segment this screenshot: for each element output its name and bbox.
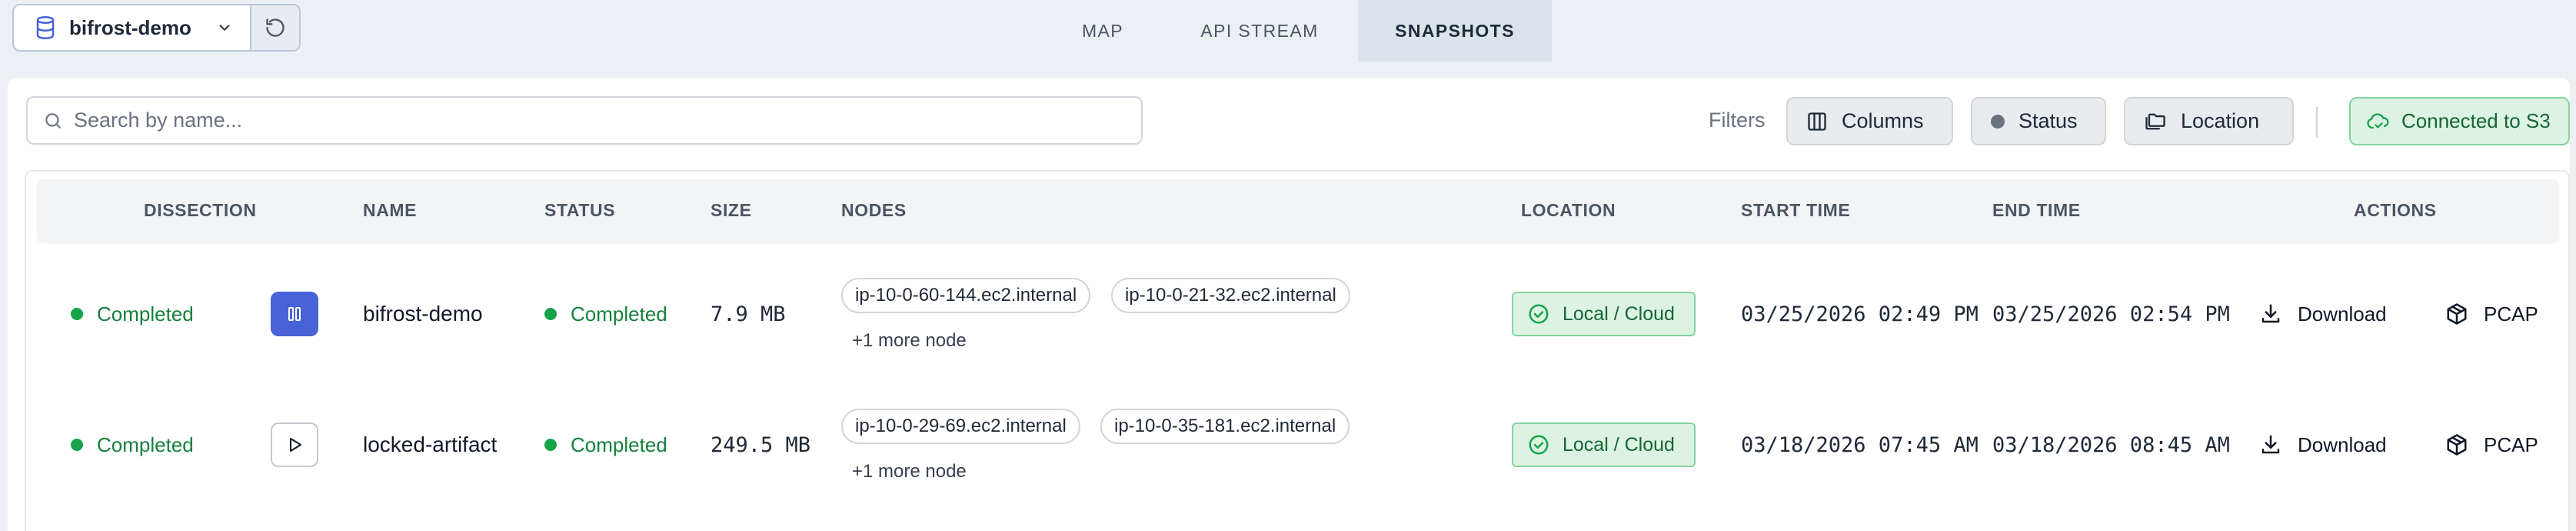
tab-api-stream[interactable]: API STREAM bbox=[1161, 0, 1358, 62]
end-time: 03/25/2026 02:54 PM bbox=[1992, 302, 2230, 326]
header-status[interactable]: STATUS bbox=[544, 179, 615, 241]
more-nodes-link[interactable]: +1 more node bbox=[852, 330, 967, 352]
tab-snapshots[interactable]: SNAPSHOTS bbox=[1358, 0, 1552, 62]
pcap-button[interactable]: PCAP bbox=[2445, 292, 2538, 336]
snapshot-size: 249.5 MB bbox=[711, 432, 811, 457]
location-filter-button[interactable]: Location bbox=[2124, 97, 2294, 145]
columns-icon bbox=[1806, 111, 1828, 132]
s3-connection-badge[interactable]: Connected to S3 bbox=[2349, 97, 2570, 145]
status-dot bbox=[544, 308, 557, 320]
play-icon bbox=[285, 436, 304, 454]
snapshot-name[interactable]: locked-artifact bbox=[363, 422, 497, 467]
snapshot-status-text: Completed bbox=[571, 432, 667, 456]
download-label: Download bbox=[2298, 302, 2387, 326]
header-location[interactable]: LOCATION bbox=[1521, 179, 1616, 241]
location-text: Local / Cloud bbox=[1563, 433, 1675, 456]
node-chip: ip-10-0-21-32.ec2.internal bbox=[1111, 278, 1350, 313]
filters-label: Filters bbox=[1709, 109, 1766, 132]
start-dissection-button[interactable] bbox=[271, 422, 318, 467]
download-icon bbox=[2259, 433, 2282, 456]
status-dot bbox=[544, 439, 557, 451]
more-nodes-link[interactable]: +1 more node bbox=[852, 461, 967, 483]
package-icon bbox=[2445, 433, 2468, 456]
cloud-check-icon bbox=[2366, 111, 2391, 132]
header-nodes[interactable]: NODES bbox=[841, 179, 907, 241]
snapshot-name[interactable]: bifrost-demo bbox=[363, 292, 483, 336]
toolbar-divider bbox=[2316, 107, 2318, 138]
download-button[interactable]: Download bbox=[2259, 422, 2387, 467]
dissection-status-text: Completed bbox=[97, 432, 194, 456]
pause-dissection-button[interactable] bbox=[271, 292, 318, 336]
database-icon bbox=[34, 15, 57, 41]
status-dot-icon bbox=[1991, 114, 2005, 129]
tab-map[interactable]: MAP bbox=[1044, 0, 1161, 62]
search-input[interactable] bbox=[74, 109, 1112, 132]
s3-connection-label: Connected to S3 bbox=[2401, 109, 2551, 132]
status-dot bbox=[71, 439, 83, 451]
download-icon bbox=[2259, 302, 2282, 326]
pause-icon bbox=[285, 305, 304, 323]
check-circle-icon bbox=[1527, 433, 1550, 456]
snapshot-status: Completed bbox=[544, 292, 667, 336]
node-chip: ip-10-0-29-69.ec2.internal bbox=[841, 409, 1080, 444]
location-text: Local / Cloud bbox=[1563, 302, 1675, 325]
package-icon bbox=[2445, 302, 2468, 326]
header-size[interactable]: SIZE bbox=[711, 179, 752, 241]
header-actions: ACTIONS bbox=[2354, 199, 2437, 220]
pcap-label: PCAP bbox=[2484, 432, 2538, 456]
header-dissection[interactable]: DISSECTION bbox=[144, 179, 257, 241]
context-selector[interactable]: bifrost-demo bbox=[14, 5, 250, 50]
columns-filter-button[interactable]: Columns bbox=[1786, 97, 1953, 145]
check-circle-icon bbox=[1527, 302, 1550, 326]
snapshots-panel: Filters Columns Status Location bbox=[8, 78, 2570, 531]
start-time: 03/18/2026 07:45 AM bbox=[1741, 432, 1979, 457]
refresh-button[interactable] bbox=[250, 5, 299, 50]
snapshot-status-text: Completed bbox=[571, 302, 667, 326]
node-chip: ip-10-0-35-181.ec2.internal bbox=[1100, 409, 1350, 444]
start-time: 03/25/2026 02:49 PM bbox=[1741, 302, 1979, 326]
dissection-status: Completed bbox=[71, 422, 194, 467]
snapshot-status: Completed bbox=[544, 422, 667, 467]
node-chip: ip-10-0-60-144.ec2.internal bbox=[841, 278, 1091, 313]
chevron-down-icon bbox=[216, 19, 233, 36]
view-tabs: MAP API STREAM SNAPSHOTS bbox=[1044, 0, 1552, 62]
table-row[interactable]: Completed locked-artifact Completed 249.… bbox=[26, 379, 2568, 510]
header-end-time[interactable]: END TIME bbox=[1992, 179, 2081, 241]
pcap-label: PCAP bbox=[2484, 302, 2538, 326]
end-time: 03/18/2026 08:45 AM bbox=[1992, 432, 2230, 457]
location-filter-label: Location bbox=[2181, 109, 2260, 132]
folders-icon bbox=[2144, 111, 2167, 132]
snapshots-table: DISSECTION NAME STATUS SIZE NODES LOCATI… bbox=[25, 170, 2570, 531]
status-dot bbox=[71, 308, 83, 320]
dissection-status-text: Completed bbox=[97, 302, 194, 326]
download-button[interactable]: Download bbox=[2259, 292, 2387, 336]
context-selector-group: bifrost-demo bbox=[12, 4, 301, 52]
status-filter-button[interactable]: Status bbox=[1971, 97, 2106, 145]
refresh-icon bbox=[265, 17, 286, 38]
columns-filter-label: Columns bbox=[1842, 109, 1924, 132]
pcap-button[interactable]: PCAP bbox=[2445, 422, 2538, 467]
status-filter-label: Status bbox=[2019, 109, 2078, 132]
location-badge: Local / Cloud bbox=[1512, 422, 1696, 467]
table-header: DISSECTION NAME STATUS SIZE NODES LOCATI… bbox=[37, 179, 2559, 241]
header-name[interactable]: NAME bbox=[363, 179, 417, 241]
search-box[interactable] bbox=[26, 96, 1143, 145]
header-start-time[interactable]: START TIME bbox=[1741, 179, 1850, 241]
search-icon bbox=[43, 111, 63, 131]
context-name: bifrost-demo bbox=[69, 15, 191, 39]
table-row[interactable]: Completed bifrost-demo Completed 7.9 MB … bbox=[26, 249, 2568, 379]
top-bar: bifrost-demo MAP API STREAM SNAPSHOTS bbox=[0, 0, 2576, 62]
location-badge: Local / Cloud bbox=[1512, 292, 1696, 336]
download-label: Download bbox=[2298, 432, 2387, 456]
snapshot-size: 7.9 MB bbox=[711, 302, 786, 326]
dissection-status: Completed bbox=[71, 292, 194, 336]
